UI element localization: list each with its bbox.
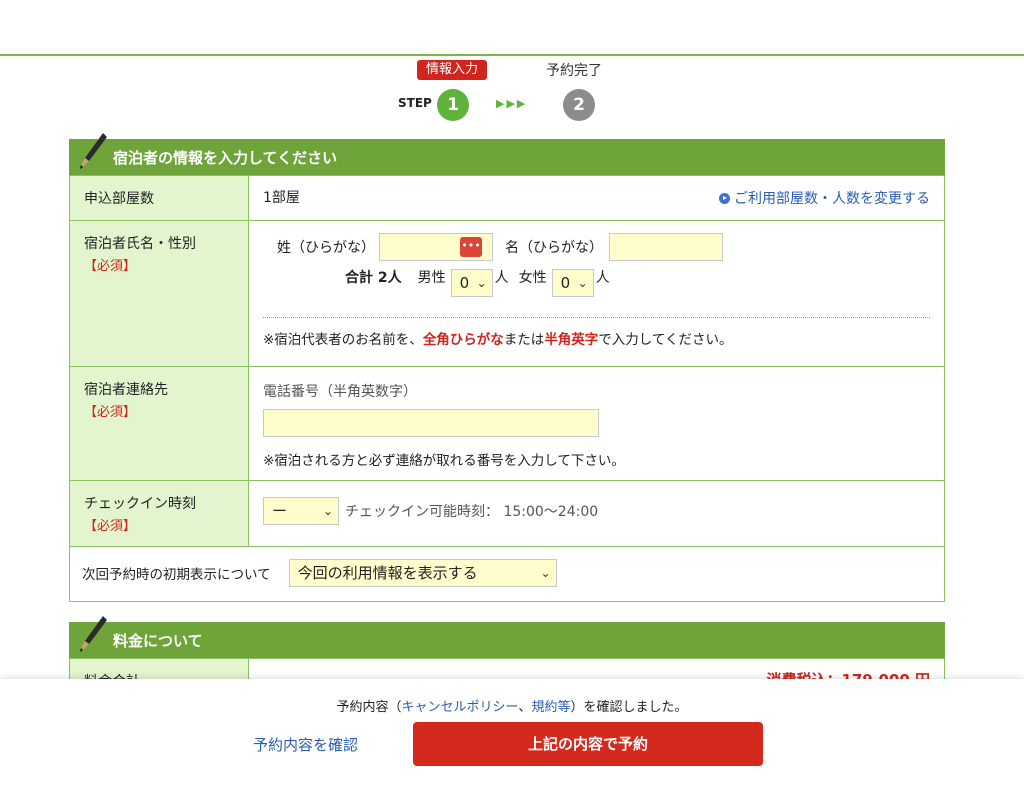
name-row: 宿泊者氏名・性別 【必須】 姓（ひらがな） ••• 名（ひらがな） 合計 2人 …	[69, 220, 945, 367]
female-count-select[interactable]: 0 ⌄	[551, 269, 594, 297]
name-required-badge: 【必須】	[84, 259, 137, 274]
phone-label: 電話番号（半角英数字）	[263, 384, 417, 400]
male-count-select[interactable]: 0 ⌄	[450, 269, 493, 297]
chevron-down-icon: ⌄	[540, 566, 551, 580]
name-note-mid: または	[503, 332, 545, 348]
next-display-label: 次回予約時の初期表示について	[82, 567, 271, 583]
checkin-row: チェックイン時刻 【必須】 ー ⌄ チェックイン可能時刻： 15:00〜24:00	[69, 480, 945, 547]
name-note-em1: 全角ひらがな	[422, 332, 504, 348]
chevron-down-icon: ⌄	[476, 276, 487, 290]
guest-info-section: 宿泊者の情報を入力してください 申込部屋数 1部屋 ご利用部屋数・人数を変更する…	[69, 133, 945, 602]
checkin-label: チェックイン時刻	[84, 496, 196, 512]
change-rooms-link-text: ご利用部屋数・人数を変更する	[734, 191, 930, 207]
name-note-em2: 半角英字	[544, 332, 599, 348]
dotted-divider	[263, 317, 930, 318]
change-rooms-link[interactable]: ご利用部屋数・人数を変更する	[719, 188, 930, 208]
last-name-input[interactable]: •••	[379, 233, 493, 261]
pen-icon	[79, 616, 109, 658]
header-divider	[0, 54, 1024, 56]
next-step-label: 予約完了	[546, 63, 602, 79]
checkin-required-badge: 【必須】	[84, 519, 137, 534]
male-unit: 人	[494, 270, 509, 286]
confirm-footer: 予約内容（キャンセルポリシー、規約等）を確認しました。 予約内容を確認 上記の内…	[0, 679, 1024, 785]
step-2-circle: 2	[563, 89, 595, 121]
step-indicator: 情報入力 予約完了 STEP 1 ▶▶▶ 2	[0, 58, 1024, 128]
total-guests: 合計 2人	[345, 270, 402, 286]
name-note: ※宿泊代表者のお名前を、全角ひらがなまたは半角英字で入力してください。	[263, 328, 930, 348]
guest-info-header: 宿泊者の情報を入力してください	[69, 133, 945, 175]
rooms-row: 申込部屋数 1部屋 ご利用部屋数・人数を変更する	[69, 175, 945, 221]
first-name-input[interactable]	[609, 233, 723, 261]
next-display-select[interactable]: 今回の利用情報を表示する ⌄	[288, 559, 557, 587]
confirm-text: 予約内容（キャンセルポリシー、規約等）を確認しました。	[0, 696, 1024, 715]
female-unit: 人	[595, 270, 610, 286]
pen-icon	[79, 133, 109, 175]
contact-note: ※宿泊される方と必ず連絡が取れる番号を入力して下さい。	[263, 453, 625, 469]
name-note-prefix: ※宿泊代表者のお名前を、	[263, 332, 423, 348]
fee-header: 料金について	[69, 616, 945, 658]
chevron-down-icon: ⌄	[322, 504, 333, 518]
contact-row: 宿泊者連絡先 【必須】 電話番号（半角英数字） ※宿泊される方と必ず連絡が取れる…	[69, 366, 945, 481]
contact-required-badge: 【必須】	[84, 405, 137, 420]
female-label: 女性	[518, 270, 547, 286]
contact-label: 宿泊者連絡先	[84, 382, 168, 398]
rooms-value: 1部屋	[263, 190, 300, 206]
step-1-circle: 1	[437, 89, 469, 121]
chevron-down-icon: ⌄	[577, 276, 588, 290]
terms-link[interactable]: 規約等	[531, 700, 570, 715]
current-step-label: 情報入力	[417, 60, 487, 80]
checkin-time-value: ー	[272, 502, 288, 520]
next-display-row: 次回予約時の初期表示について 今回の利用情報を表示する ⌄	[69, 546, 945, 602]
male-count-value: 0	[459, 274, 470, 292]
male-label: 男性	[417, 270, 446, 286]
step-arrows-icon: ▶▶▶	[496, 97, 528, 110]
circle-arrow-icon	[719, 193, 730, 204]
rooms-label: 申込部屋数	[69, 175, 249, 221]
reserve-button[interactable]: 上記の内容で予約	[413, 722, 763, 766]
checkin-time-select[interactable]: ー ⌄	[263, 497, 339, 525]
next-display-value: 今回の利用情報を表示する	[297, 564, 478, 582]
first-name-label: 名（ひらがな）	[505, 240, 603, 256]
checkin-hint: チェックイン可能時刻： 15:00〜24:00	[345, 504, 599, 520]
female-count-value: 0	[560, 274, 571, 292]
password-manager-icon[interactable]: •••	[460, 237, 482, 257]
confirm-suffix: ）を確認しました。	[570, 700, 688, 715]
confirm-prefix: 予約内容（	[336, 700, 402, 715]
cancel-policy-link[interactable]: キャンセルポリシー	[402, 700, 519, 715]
guest-info-title: 宿泊者の情報を入力してください	[113, 148, 338, 167]
fee-title: 料金について	[113, 631, 203, 650]
phone-input[interactable]	[263, 409, 599, 437]
view-reservation-link[interactable]: 予約内容を確認	[253, 734, 358, 755]
name-label: 宿泊者氏名・性別	[84, 236, 196, 252]
confirm-separator: 、	[518, 700, 532, 715]
name-note-suffix: で入力してください。	[598, 332, 733, 348]
guest-info-table: 申込部屋数 1部屋 ご利用部屋数・人数を変更する 宿泊者氏名・性別 【必須】 姓…	[69, 175, 945, 602]
step-word: STEP	[398, 96, 432, 110]
last-name-label: 姓（ひらがな）	[277, 240, 375, 256]
